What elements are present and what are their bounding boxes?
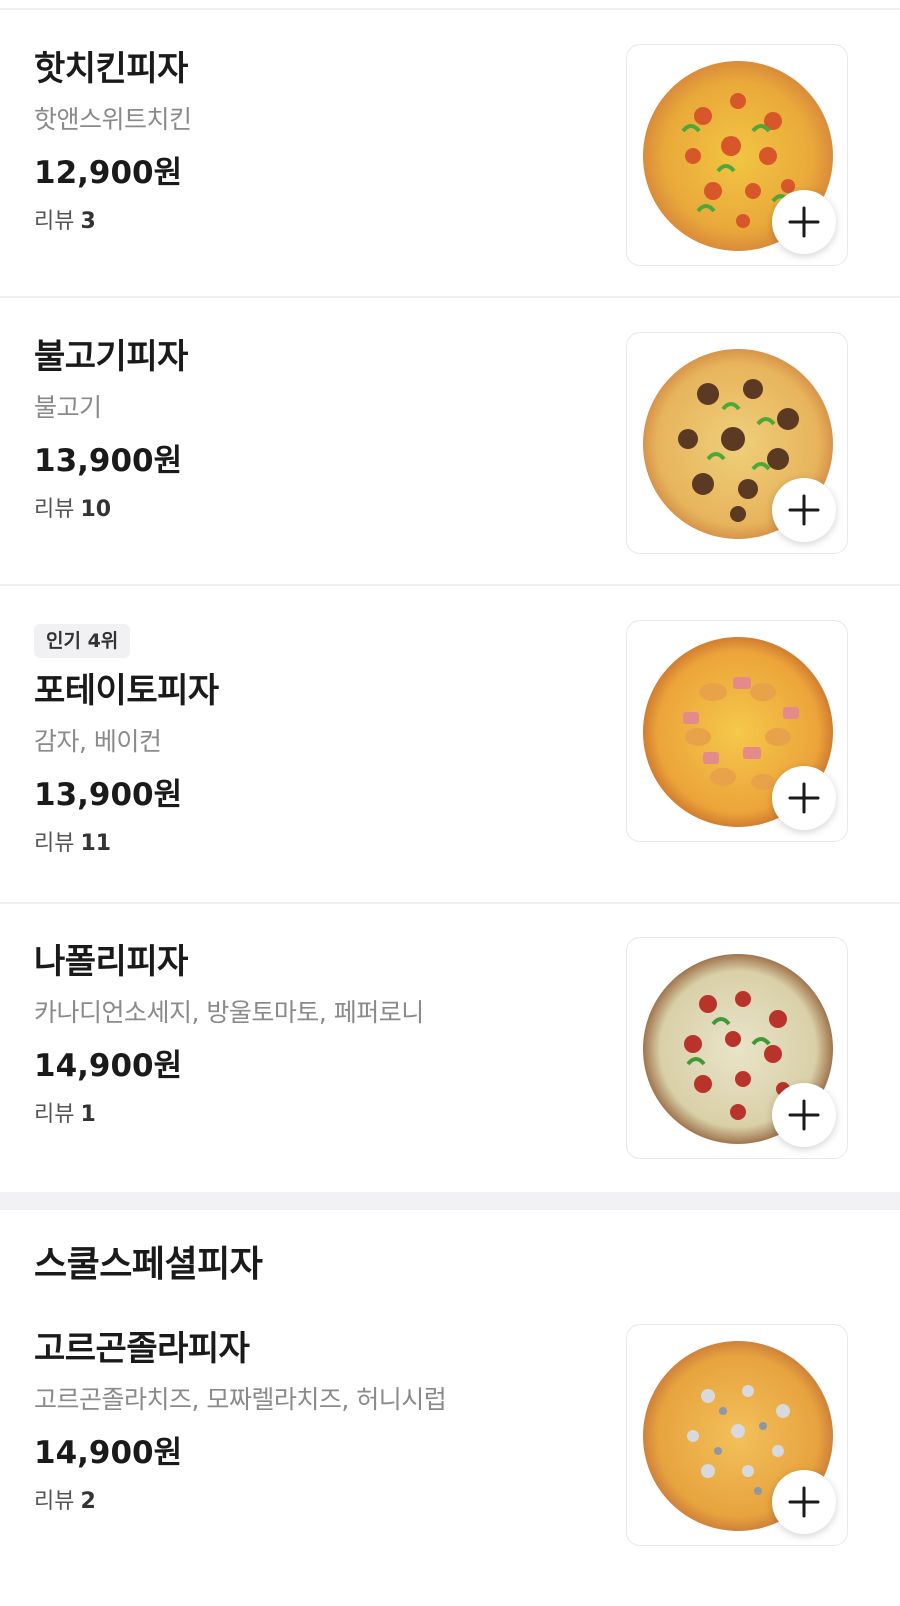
review-label: 리뷰: [34, 831, 75, 856]
menu-item-image[interactable]: [626, 620, 848, 842]
menu-item-desc: 불고기: [34, 393, 102, 422]
section-title: 스쿨스페셜피자: [34, 1244, 263, 1285]
menu-item-price: 13,900원: [34, 443, 183, 479]
menu-item-name: 고르곤졸라피자: [34, 1329, 250, 1369]
menu-item-name: 핫치킨피자: [34, 49, 188, 89]
menu-item-review: 리뷰 10: [34, 496, 594, 524]
plus-icon: [788, 1486, 820, 1518]
menu-item-desc: 카나디언소세지, 방울토마토, 페퍼로니: [34, 998, 424, 1027]
review-label: 리뷰: [34, 209, 75, 234]
menu-item-review: 리뷰 11: [34, 830, 594, 858]
menu-item-review: 리뷰 3: [34, 208, 594, 236]
menu-item-image[interactable]: [626, 332, 848, 554]
plus-icon: [788, 494, 820, 526]
menu-item-desc: 감자, 베이컨: [34, 727, 162, 756]
menu-item-price: 14,900원: [34, 1435, 183, 1471]
plus-icon: [788, 206, 820, 238]
menu-item-price: 13,900원: [34, 777, 183, 813]
menu-page: 핫치킨피자 핫앤스위트치킨 12,900원 리뷰 3 불고기피자 불고기 13,…: [0, 0, 900, 1606]
add-button[interactable]: [772, 190, 836, 254]
review-count: 1: [80, 1102, 96, 1127]
review-label: 리뷰: [34, 1489, 75, 1514]
add-button[interactable]: [772, 1083, 836, 1147]
review-label: 리뷰: [34, 497, 75, 522]
menu-item-review: 리뷰 2: [34, 1488, 594, 1516]
menu-item-image[interactable]: [626, 1324, 848, 1546]
review-count: 10: [80, 497, 112, 522]
divider: [0, 584, 900, 586]
menu-item-image[interactable]: [626, 937, 848, 1159]
review-count: 3: [80, 209, 96, 234]
menu-item-name: 포테이토피자: [34, 671, 219, 711]
add-button[interactable]: [772, 478, 836, 542]
add-button[interactable]: [772, 766, 836, 830]
divider: [0, 902, 900, 904]
menu-item-desc: 고르곤졸라치즈, 모짜렐라치즈, 허니시럽: [34, 1385, 447, 1414]
plus-icon: [788, 782, 820, 814]
plus-icon: [788, 1099, 820, 1131]
popularity-badge: 인기 4위: [34, 624, 131, 658]
menu-item-name: 불고기피자: [34, 337, 188, 377]
menu-item-review: 리뷰 1: [34, 1101, 594, 1129]
review-count: 11: [80, 831, 112, 856]
menu-item-desc: 핫앤스위트치킨: [34, 105, 192, 134]
review-count: 2: [80, 1489, 96, 1514]
section-separator: [0, 1192, 900, 1210]
menu-item-price: 14,900원: [34, 1048, 183, 1084]
menu-item-image[interactable]: [626, 44, 848, 266]
add-button[interactable]: [772, 1470, 836, 1534]
divider: [0, 8, 900, 10]
review-label: 리뷰: [34, 1102, 75, 1127]
menu-item-name: 나폴리피자: [34, 942, 188, 982]
divider: [0, 296, 900, 298]
menu-item-price: 12,900원: [34, 155, 183, 191]
